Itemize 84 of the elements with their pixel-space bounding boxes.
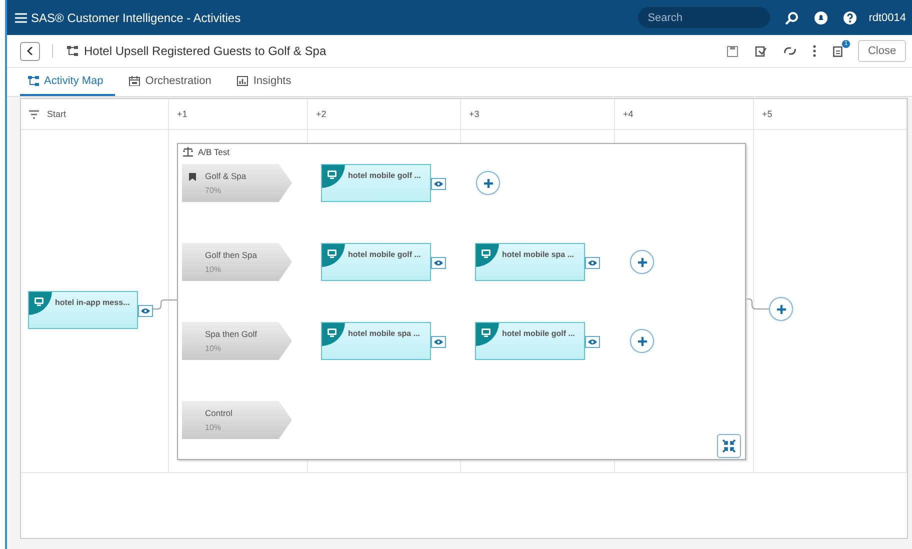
node-label: hotel mobile spa ... (502, 250, 574, 259)
monitor-icon (326, 249, 336, 258)
eye-icon (434, 181, 443, 187)
scale-icon (183, 147, 193, 157)
arm-name: Control (205, 408, 232, 418)
close-button[interactable]: Close (858, 40, 906, 62)
connector-line (746, 298, 770, 310)
group-label: A/B Test (198, 147, 230, 157)
search-field[interactable]: Search (638, 7, 770, 28)
monitor-icon (34, 297, 44, 306)
chevron-left-icon (27, 47, 33, 55)
plus-icon (776, 304, 786, 314)
preview-button[interactable] (585, 257, 600, 269)
column-header: +3 (469, 109, 480, 119)
arm-share: 10% (205, 423, 222, 432)
split-arm[interactable]: Golf & Spa 70% (182, 164, 292, 202)
more-icon[interactable] (813, 45, 816, 57)
bell-icon[interactable] (814, 10, 828, 24)
monitor-icon (480, 328, 490, 337)
preview-button[interactable] (431, 178, 446, 190)
plus-icon (484, 178, 492, 188)
message-node[interactable]: hotel mobile golf ... (475, 322, 585, 360)
tab[interactable]: Insights (229, 68, 304, 96)
save-icon[interactable] (727, 46, 738, 56)
column-header: +1 (177, 109, 188, 119)
search-icon[interactable] (784, 10, 799, 24)
monitor-icon (326, 328, 336, 337)
arm-name: Spa then Golf (205, 329, 257, 339)
clipboard-icon[interactable] (755, 45, 767, 57)
arm-name: Golf & Spa (205, 171, 246, 181)
message-node[interactable]: hotel mobile spa ... (475, 243, 585, 281)
preview-button[interactable] (585, 336, 600, 348)
tab[interactable]: Orchestration (121, 68, 224, 96)
node-label: hotel mobile golf ... (348, 250, 421, 259)
chart-icon (237, 76, 248, 86)
activity-map-icon (67, 46, 78, 56)
refresh-icon[interactable] (784, 46, 796, 56)
bookmark-icon (189, 173, 196, 181)
split-arm[interactable]: Control 10% (182, 401, 292, 439)
plus-icon (638, 336, 646, 346)
node-label: hotel mobile golf ... (502, 329, 575, 338)
node-label: hotel in-app mess... (55, 298, 130, 307)
filter-icon[interactable] (29, 110, 39, 118)
menu-icon[interactable] (15, 12, 27, 22)
message-node[interactable]: hotel mobile spa ... (321, 322, 431, 360)
preview-button[interactable] (431, 257, 446, 269)
app-title: SAS® Customer Intelligence - Activities (31, 10, 241, 24)
arm-share: 70% (205, 186, 222, 195)
back-button[interactable] (20, 42, 40, 60)
preview-button[interactable] (431, 336, 446, 348)
activity-title: Hotel Upsell Registered Guests to Golf & Spa (84, 44, 326, 58)
column-header: Start (47, 109, 66, 119)
calendar-icon (129, 76, 140, 86)
user-name[interactable]: rdt0014 (868, 12, 906, 24)
column-header: +4 (623, 109, 634, 119)
column-header: +5 (762, 109, 772, 119)
monitor-icon (326, 170, 336, 179)
message-node[interactable]: hotel mobile golf ... (321, 164, 431, 202)
connector-line (152, 300, 178, 310)
tab[interactable]: Activity Map (20, 68, 116, 96)
arm-share: 10% (205, 344, 222, 353)
monitor-icon (480, 249, 490, 258)
eye-icon (434, 260, 443, 266)
message-node[interactable]: hotel in-app mess... (28, 291, 138, 329)
split-arm[interactable]: Spa then Golf 10% (182, 322, 292, 360)
preview-button[interactable] (138, 305, 153, 317)
eye-icon (588, 260, 597, 266)
collapse-icon (722, 439, 736, 453)
eye-icon (434, 339, 443, 345)
message-node[interactable]: hotel mobile golf ... (321, 243, 431, 281)
plus-icon (638, 258, 646, 266)
help-icon[interactable] (842, 10, 857, 24)
arm-name: Golf then Spa (205, 250, 257, 260)
document-icon[interactable] (833, 45, 844, 57)
activity-map-icon (28, 76, 39, 86)
node-label: hotel mobile spa ... (348, 329, 420, 338)
eye-icon (141, 308, 150, 314)
split-arm[interactable]: Golf then Spa 10% (182, 243, 292, 281)
eye-icon (588, 339, 597, 345)
column-header: +2 (316, 109, 326, 119)
add-button[interactable] (769, 297, 793, 321)
node-label: hotel mobile golf ... (348, 171, 421, 180)
arm-share: 10% (205, 265, 222, 274)
collapse-button[interactable] (717, 434, 741, 458)
